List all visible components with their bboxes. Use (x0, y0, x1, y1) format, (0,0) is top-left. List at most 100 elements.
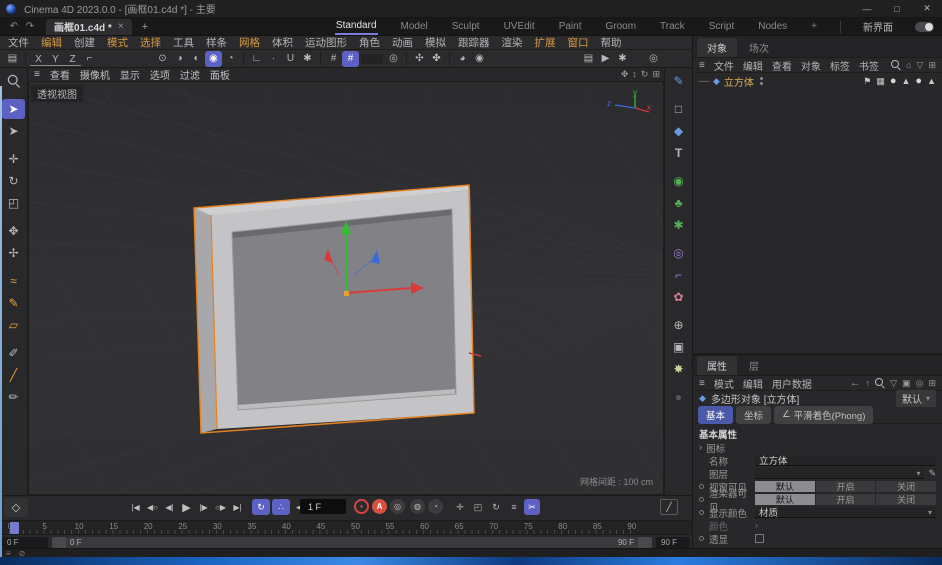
spline-pen-icon[interactable]: ✎ (2, 293, 25, 313)
snap-icon[interactable]: # (342, 51, 359, 67)
goto-start-button[interactable]: |◀ (127, 499, 144, 515)
snap-move-icon[interactable]: ✢ (2, 243, 25, 263)
preset-dropdown[interactable]: 默认 ▾ (896, 390, 936, 407)
lock-x-icon[interactable]: X (30, 53, 47, 66)
lock-icon[interactable]: ▣ (902, 378, 911, 389)
layout-tab-groom[interactable]: Groom (604, 19, 637, 34)
option-on[interactable]: 开启 (816, 494, 876, 505)
pan-view-icon[interactable]: ✥ (621, 69, 629, 80)
range-slider[interactable]: 0 F 90 F (52, 537, 652, 548)
menu-mesh[interactable]: 网格 (239, 35, 260, 50)
tab-phong[interactable]: ∠ 平滑着色(Phong) (774, 406, 873, 424)
tweak-tool-icon[interactable]: ➤ (2, 121, 25, 141)
menu-edit[interactable]: 编辑 (41, 35, 62, 50)
redo-icon[interactable]: ↷ (22, 21, 38, 32)
fcurve-editor-icon[interactable]: ╱ (660, 499, 678, 515)
environment-icon[interactable]: ⊕ (667, 315, 690, 335)
render-picture-viewer-icon[interactable]: ▶ (597, 51, 614, 67)
popout-icon[interactable]: ⊞ (928, 378, 936, 389)
autokey-button[interactable]: A (372, 499, 387, 514)
om-menu-tags[interactable]: 标签 (830, 58, 850, 73)
tab-basic[interactable]: 基本 (698, 406, 733, 424)
option-default[interactable]: 默认 (755, 481, 815, 492)
om-menu-view[interactable]: 查看 (772, 58, 792, 73)
toggle-view-icon[interactable]: ⊞ (652, 69, 660, 80)
close-button[interactable]: ✕ (912, 0, 942, 18)
motion-system-button[interactable]: ◔ (428, 499, 443, 514)
cube-object-icon[interactable]: ◆ (713, 76, 720, 87)
tab-attributes[interactable]: 属性 (697, 356, 737, 375)
om-menu-object[interactable]: 对象 (801, 58, 821, 73)
viewport-menu-view[interactable]: 查看 (50, 67, 70, 82)
document-tab[interactable]: 画框01.c4d * × (46, 19, 132, 35)
interactive-render-icon[interactable]: ◎ (645, 51, 662, 67)
option-off[interactable]: 关闭 (876, 481, 936, 492)
coord-system-icon[interactable]: ⌐ (81, 51, 98, 67)
menu-tools[interactable]: 工具 (173, 35, 194, 50)
visibility-dots[interactable] (760, 77, 763, 85)
knife-tool-icon[interactable]: ╱ (2, 365, 25, 385)
anim-dot-icon[interactable] (699, 510, 704, 515)
am-menu-edit[interactable]: 编辑 (743, 376, 763, 391)
parameter-toggle-icon[interactable]: ≡ (506, 499, 522, 515)
tab-layers[interactable]: 层 (739, 356, 769, 375)
anim-dot-icon[interactable] (699, 484, 704, 489)
panel-menu-icon[interactable]: ≡ (699, 378, 705, 389)
render-settings-icon[interactable]: ✱ (614, 51, 631, 67)
make-editable-icon[interactable]: ▤ (4, 51, 21, 67)
layout-tab-script[interactable]: Script (708, 19, 736, 34)
layout-tab-track[interactable]: Track (659, 19, 686, 34)
point-mode-icon[interactable]: ◐ (188, 51, 205, 67)
deformer-icon[interactable]: ✱ (667, 215, 690, 235)
rotate-tool-icon[interactable]: ↻ (2, 171, 25, 191)
tab-coordinates[interactable]: 坐标 (736, 406, 771, 424)
primitive-cube-icon[interactable]: □ (667, 99, 690, 119)
polygon-mode-icon[interactable]: ◔ (222, 51, 239, 67)
menu-mograph[interactable]: 运动图形 (305, 35, 347, 50)
new-ui-toggle[interactable] (915, 22, 934, 32)
menu-tracker[interactable]: 跟踪器 (458, 35, 490, 50)
quantize-icon[interactable]: # (325, 51, 342, 67)
keyframe-selection-button[interactable]: ◎ (390, 499, 405, 514)
record-keyframe-button[interactable]: ● (354, 499, 369, 514)
zoom-view-icon[interactable]: ↕ (632, 69, 637, 80)
menu-simulate[interactable]: 模拟 (425, 35, 446, 50)
viewport-menu-display[interactable]: 显示 (120, 67, 140, 82)
range-end-field[interactable]: 90 F (656, 537, 690, 548)
object-manager-body[interactable] (693, 89, 942, 353)
viewport-menu-camera[interactable]: 摄像机 (80, 67, 110, 82)
lock-z-icon[interactable]: Z (64, 53, 81, 66)
brush-tool-icon[interactable]: ✐ (2, 343, 25, 363)
live-selection-icon[interactable]: ➤ (2, 99, 25, 119)
display-color-dropdown[interactable]: 材质 ▾ (755, 507, 936, 518)
snap-toggle[interactable] (361, 54, 383, 64)
option-off[interactable]: 关闭 (876, 494, 936, 505)
render-view-icon[interactable]: ▤ (580, 51, 597, 67)
filter-icon[interactable]: ▽ (890, 378, 897, 389)
menu-window[interactable]: 窗口 (568, 35, 589, 50)
viewport-canvas[interactable]: 透视视图 y z x 网格间距 : 100 cm (28, 81, 664, 495)
next-frame-button[interactable]: |▶ (195, 499, 212, 515)
mograph-icon[interactable]: ♣ (667, 193, 690, 213)
viewport-label[interactable]: 透视视图 (31, 85, 83, 102)
viewport-menu-filter[interactable]: 过滤 (180, 67, 200, 82)
current-frame-field[interactable]: 1 F (300, 499, 346, 514)
layout-tab-nodes[interactable]: Nodes (757, 19, 788, 34)
texture-mode-icon[interactable]: ◑ (171, 51, 188, 67)
layout-tab-paint[interactable]: Paint (558, 19, 583, 34)
range-slider-left-cap[interactable] (52, 537, 66, 548)
volume-cube-icon[interactable]: ◆ (667, 121, 690, 141)
spline-smooth-icon[interactable]: ≈ (2, 271, 25, 291)
icon-row[interactable]: › 图标 (693, 441, 942, 454)
generator-icon[interactable]: ◉ (667, 171, 690, 191)
undo-icon[interactable]: ↶ (6, 21, 22, 32)
home-icon[interactable]: ⌂ (906, 60, 911, 70)
next-key-button[interactable]: ○▶ (212, 499, 229, 515)
menu-create[interactable]: 创建 (74, 35, 95, 50)
object-name[interactable]: 立方体 (724, 74, 754, 89)
search-icon[interactable] (875, 378, 885, 388)
menu-render[interactable]: 渲染 (502, 35, 523, 50)
free-move-icon[interactable]: ✥ (2, 221, 25, 241)
anim-dot-icon[interactable] (699, 536, 704, 541)
texture-tag-icon[interactable]: ● (915, 75, 922, 87)
